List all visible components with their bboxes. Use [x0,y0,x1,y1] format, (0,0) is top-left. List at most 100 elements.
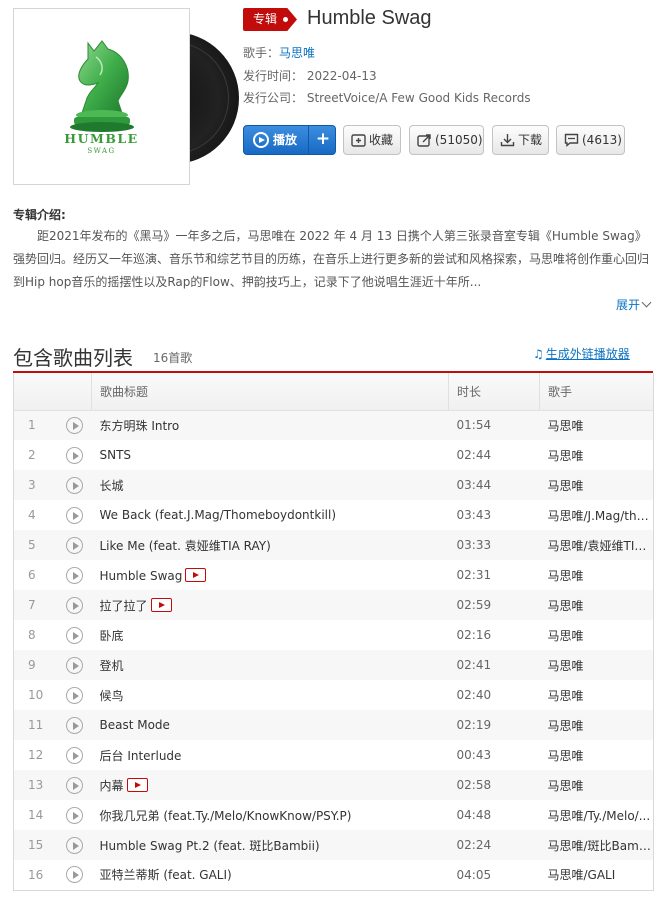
song-title[interactable]: 拉了拉了 [100,599,148,613]
song-artist[interactable]: 马思唯 [540,740,654,770]
play-icon[interactable] [65,836,83,854]
song-artist[interactable]: 马思唯 [539,470,654,500]
song-title[interactable]: 内幕 [100,779,124,793]
play-icon[interactable] [65,566,83,584]
comment-icon [564,133,579,147]
release-date: 2022-04-13 [306,69,377,83]
external-player-link[interactable]: ♫ 生成外链播放器 [533,345,630,362]
play-icon[interactable] [65,416,83,434]
song-title[interactable]: 候鸟 [100,689,124,703]
song-number: 6 [28,568,36,582]
intro-heading: 专辑介绍: [13,208,66,222]
song-artist[interactable]: 马思唯 [540,560,654,590]
mv-icon[interactable] [185,567,207,582]
add-to-playlist-button[interactable]: + [310,126,336,152]
table-row[interactable]: 11 Beast Mode 02:19 马思唯 [13,710,654,740]
song-title[interactable]: 卧底 [100,629,124,643]
table-header: 歌曲标题 时长 歌手 [13,373,654,411]
table-row[interactable]: 12 后台 Interlude 00:43 马思唯 [14,740,654,770]
song-artist[interactable]: 马思唯/Ty./Melo/... [540,800,654,830]
share-button[interactable]: (51050) [409,125,484,155]
table-row[interactable]: 9 登机 02:41 马思唯 [13,650,654,680]
artist-link[interactable]: 马思唯 [279,46,315,60]
song-list-heading: 包含歌曲列表 [13,348,133,370]
table-row[interactable]: 13 内幕 02:58 马思唯 [13,770,654,800]
play-icon[interactable] [65,536,83,554]
song-artist[interactable]: 马思唯 [539,410,654,440]
song-title[interactable]: 亚特兰蒂斯 (feat. GALI) [100,868,232,882]
col-artist: 歌手 [539,373,654,411]
album-tag: 专辑 [243,8,297,31]
song-duration: 02:44 [456,448,492,462]
play-divider [308,126,309,154]
table-row[interactable]: 15 Humble Swag Pt.2 (feat. 斑比Bambii) 02:24… [13,830,654,860]
song-title[interactable]: Like Me (feat. 袁娅维TIA RAY) [100,539,271,553]
play-icon[interactable] [65,506,83,524]
table-row[interactable]: 8 卧底 02:16 马思唯 [14,620,654,650]
table-row[interactable]: 3 长城 03:44 马思唯 [13,470,654,500]
song-title-cell: 亚特兰蒂斯 (feat. GALI) [92,860,449,890]
song-duration: 01:54 [448,410,540,440]
song-title[interactable]: Humble Swag Pt.2 (feat. 斑比Bambii) [100,839,320,853]
song-title[interactable]: We Back (feat.J.Mag/Thomeboydontkill) [100,508,337,522]
song-title[interactable]: 东方明珠 Intro [100,419,180,433]
song-title[interactable]: SNTS [100,448,132,462]
play-icon[interactable] [65,596,83,614]
song-artist[interactable]: 马思唯 [540,440,654,470]
song-artist[interactable]: 马思唯 [540,680,654,710]
play-icon[interactable] [65,806,83,824]
song-title[interactable]: 后台 Interlude [100,749,182,763]
song-artist[interactable]: 马思唯/GALI [540,860,654,890]
expand-link[interactable]: 展开 [616,296,652,313]
collect-button[interactable]: 收藏 [343,125,401,155]
song-title[interactable]: 长城 [100,479,124,493]
download-icon [500,134,515,147]
song-artist[interactable]: 马思唯/J.Mag/tho... [540,500,654,530]
comment-button[interactable]: (4613) [556,125,625,155]
song-duration: 02:19 [448,710,540,740]
table-row[interactable]: 5 Like Me (feat. 袁娅维TIA RAY) 03:33 马思唯/袁娅维T… [13,530,654,560]
song-artist[interactable]: 马思唯/袁娅维TIA... [539,530,654,560]
table-row[interactable]: 4 We Back (feat.J.Mag/Thomeboydontkill) 03… [14,500,654,530]
play-cell [58,800,92,830]
table-row[interactable]: 10 候鸟 02:40 马思唯 [14,680,654,710]
table-row[interactable]: 16 亚特兰蒂斯 (feat. GALI) 04:05 马思唯/GALI [14,860,654,890]
song-artist[interactable]: 马思唯/斑比Bambii [539,830,654,860]
mv-icon[interactable] [126,777,148,792]
song-title-cell: 卧底 [92,620,449,650]
play-icon[interactable] [65,776,83,794]
song-title[interactable]: Humble Swag [100,569,183,583]
song-artist[interactable]: 马思唯 [539,710,654,740]
song-artist[interactable]: 马思唯 [539,650,654,680]
play-icon[interactable] [65,746,83,764]
song-artist[interactable]: 马思唯 [539,770,654,800]
play-icon[interactable] [65,716,83,734]
album-tag-label: 专辑 [253,12,278,26]
play-icon[interactable] [65,686,83,704]
play-icon[interactable] [65,476,83,494]
table-row[interactable]: 14 你我几兄弟 (feat.Ty./Melo/KnowKnow/PSY.P) 04… [14,800,654,830]
play-icon[interactable] [65,656,83,674]
song-title-cell: 后台 Interlude [92,740,449,770]
song-title[interactable]: 你我几兄弟 (feat.Ty./Melo/KnowKnow/PSY.P) [100,809,352,823]
company-name: StreetVoice/A Few Good Kids Records [306,91,531,105]
song-title[interactable]: Beast Mode [100,718,170,732]
download-button[interactable]: 下载 [492,125,549,155]
song-duration: 04:48 [456,808,492,822]
play-cell [58,560,92,590]
table-row[interactable]: 1 东方明珠 Intro 01:54 马思唯 [13,410,654,440]
mv-icon[interactable] [150,597,172,612]
play-button[interactable]: 播放 + [243,125,336,155]
song-title[interactable]: 登机 [100,659,124,673]
table-row[interactable]: 2 SNTS 02:44 马思唯 [14,440,654,470]
play-icon[interactable] [65,446,83,464]
play-icon[interactable] [65,866,83,884]
album-cover[interactable]: HUMBLE SWAG [13,8,190,185]
table-row[interactable]: 6 Humble Swag 02:31 马思唯 [14,560,654,590]
share-icon [417,134,431,147]
song-artist[interactable]: 马思唯 [540,620,654,650]
song-artist[interactable]: 马思唯 [539,590,654,620]
play-icon[interactable] [65,626,83,644]
table-row[interactable]: 7 拉了拉了 02:59 马思唯 [13,590,654,620]
folder-plus-icon [351,134,366,147]
